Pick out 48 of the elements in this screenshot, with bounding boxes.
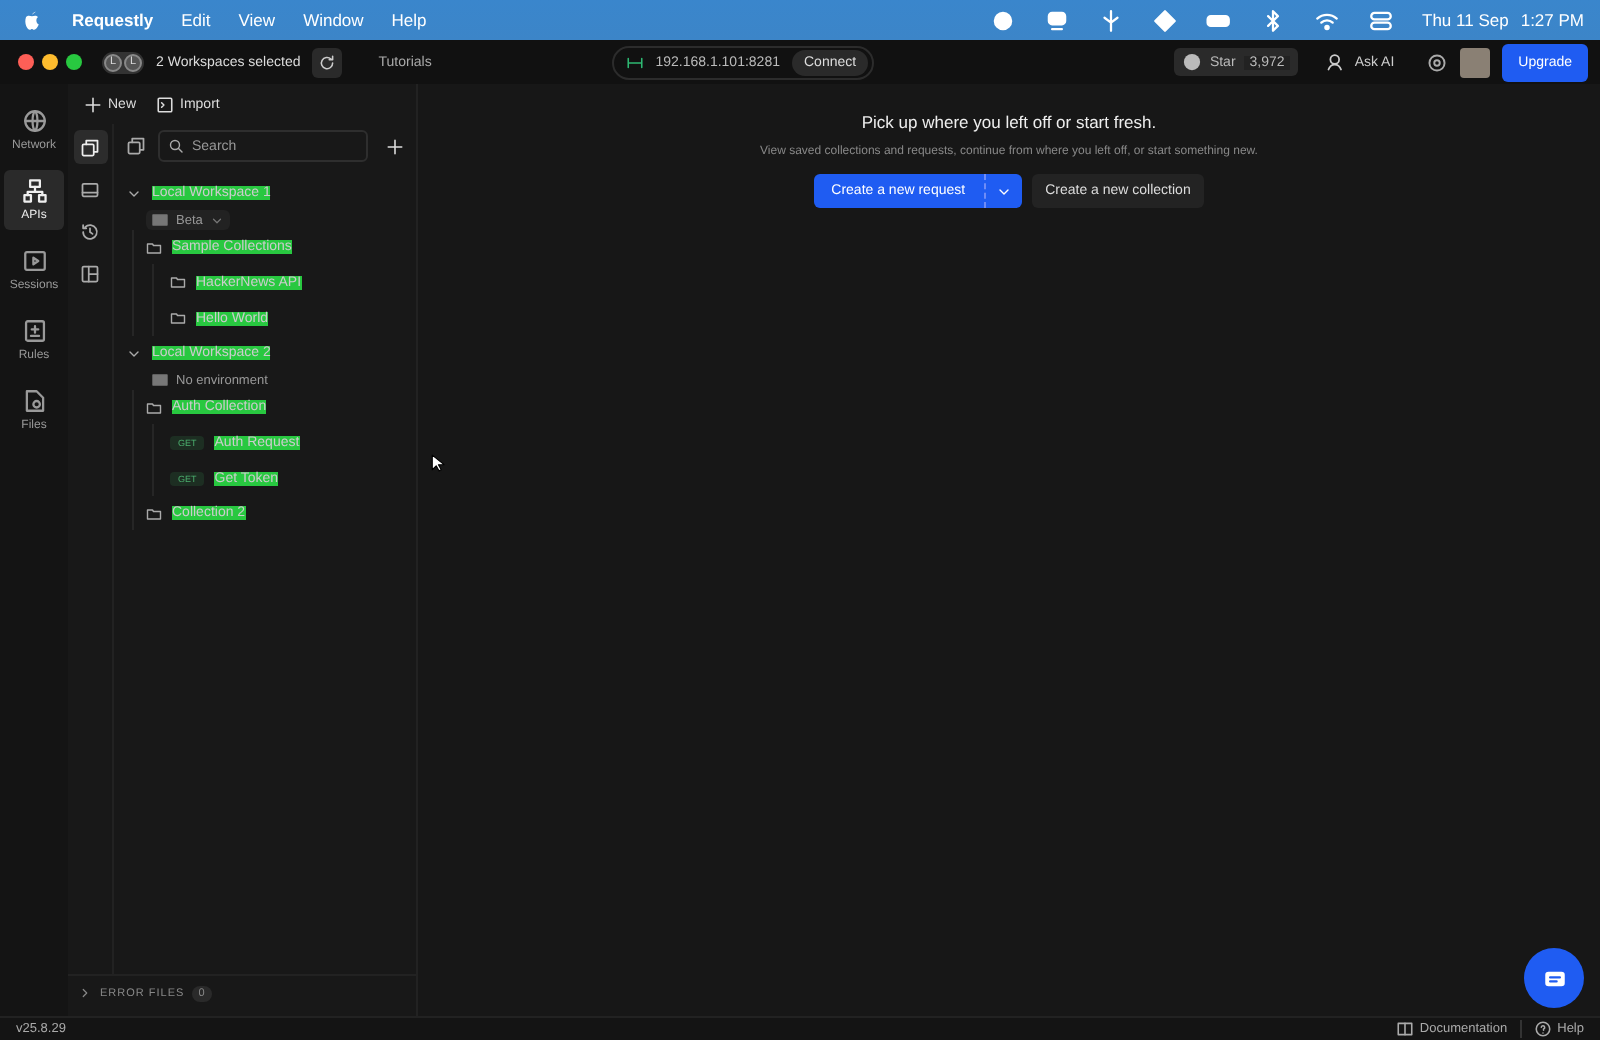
folder-icon — [146, 505, 162, 521]
screen-icon — [21, 248, 47, 274]
globe-icon — [21, 108, 47, 134]
control-center-icon — [1368, 7, 1395, 33]
menu-item[interactable]: Edit — [181, 10, 211, 30]
refresh-icon — [318, 53, 337, 71]
profile-photo-placeholder[interactable] — [1460, 47, 1491, 77]
zoom-window-button[interactable] — [66, 54, 82, 70]
menubar-date: Thu 11 Sep — [1422, 10, 1509, 30]
menu-item[interactable]: Help — [391, 10, 427, 30]
folder-icon — [146, 239, 162, 255]
history-icon — [80, 221, 100, 241]
document-icon — [21, 318, 47, 344]
menu-item[interactable]: Window — [303, 10, 364, 30]
book-icon — [1395, 1020, 1414, 1038]
record-icon — [990, 7, 1017, 33]
folder-icon — [170, 310, 186, 326]
diamond-icon — [1152, 7, 1179, 33]
copy-icon — [126, 136, 146, 156]
folder-icon — [170, 274, 186, 290]
assistant-icon — [1326, 52, 1347, 72]
copy-icon — [80, 137, 100, 157]
close-window-button[interactable] — [18, 54, 34, 70]
app-menu[interactable]: Requestly — [72, 10, 154, 30]
environment-icon — [152, 212, 168, 228]
sidebar-tab[interactable] — [73, 130, 107, 164]
menubar-time: 1:27 PM — [1520, 10, 1584, 30]
search-icon — [168, 138, 184, 154]
plus-icon — [386, 137, 404, 155]
help-icon — [1533, 1020, 1552, 1038]
minimize-window-button[interactable] — [42, 54, 58, 70]
settings-icon — [1426, 51, 1449, 73]
file-icon — [21, 388, 47, 414]
chat-button[interactable] — [1524, 948, 1584, 1008]
import-icon — [156, 95, 175, 113]
apple-icon — [20, 8, 44, 32]
network-nodes-icon — [21, 178, 47, 204]
empty-state-heading: Pick up where you left off or start fresh. — [861, 112, 1157, 132]
folder-icon — [146, 399, 162, 415]
connection-icon — [625, 53, 644, 71]
plus-icon — [84, 95, 102, 113]
refresh-button[interactable] — [312, 47, 343, 77]
cursor-icon — [430, 452, 448, 474]
menu-item[interactable]: View — [238, 10, 276, 30]
list-icon — [80, 179, 100, 199]
environment-icon — [152, 372, 168, 388]
caret-icon — [210, 213, 225, 227]
layout-icon — [80, 263, 100, 283]
